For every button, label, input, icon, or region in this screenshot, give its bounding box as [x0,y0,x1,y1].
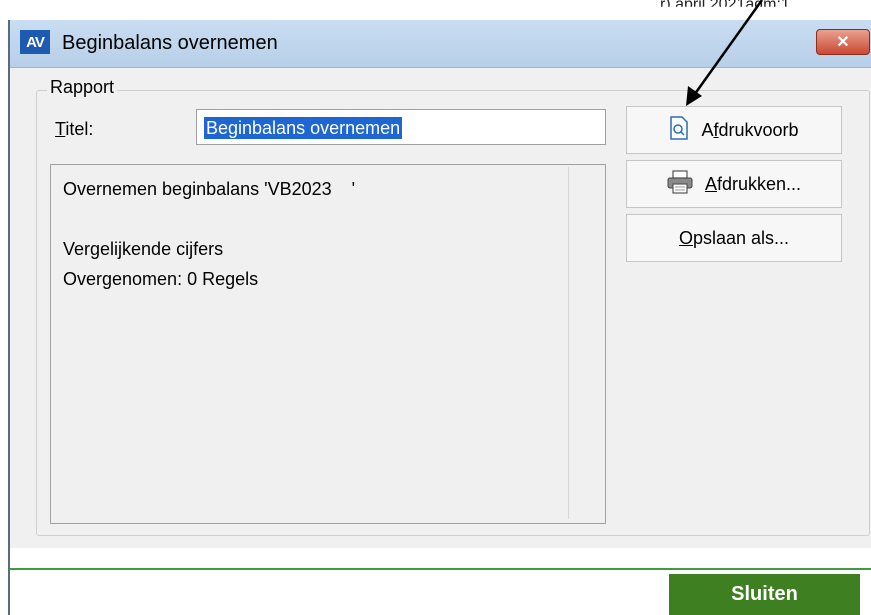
title-input[interactable]: Beginbalans overnemen [196,109,606,145]
printer-icon [667,169,693,199]
report-scrollbar[interactable] [568,167,603,519]
save-as-button[interactable]: Opslaan als... [626,214,842,262]
close-dialog-button[interactable]: Sluiten [669,574,860,615]
print-preview-button[interactable]: Afdrukvoorb [626,106,842,154]
print-preview-label: Afdrukvoorb [701,119,799,140]
report-line: Overgenomen: 0 Regels [63,269,259,289]
print-label: Afdrukken... [704,173,802,194]
print-button[interactable]: Afdrukken... [626,160,842,208]
report-line: Vergelijkende cijfers [63,239,224,259]
report-line: Overnemen beginbalans 'VB2023 ' [63,179,356,199]
dialog-client-area: Rapport Titel: Beginbalans overnemen Ove… [10,68,871,548]
title-input-value[interactable]: Beginbalans overnemen [204,117,403,139]
title-bar: AV Beginbalans overnemen ✕ [10,20,871,68]
window-title: Beginbalans overnemen [62,32,278,54]
save-as-label: Opslaan als... [678,227,790,248]
report-text-area[interactable]: Overnemen beginbalans 'VB2023 ' Vergelij… [50,164,606,524]
dialog-window: AV Beginbalans overnemen ✕ Rapport Titel… [8,20,871,615]
groupbox-label: Rapport [47,77,118,98]
background-text: r) april 2021adm:1 [660,0,790,13]
title-field-label: Titel: [55,119,94,139]
background-window-strip: r) april 2021adm:1 [0,0,871,20]
close-window-button[interactable]: ✕ [816,29,870,55]
app-logo-icon: AV [20,30,50,54]
print-preview-icon [669,115,689,145]
footer-divider [10,568,871,570]
